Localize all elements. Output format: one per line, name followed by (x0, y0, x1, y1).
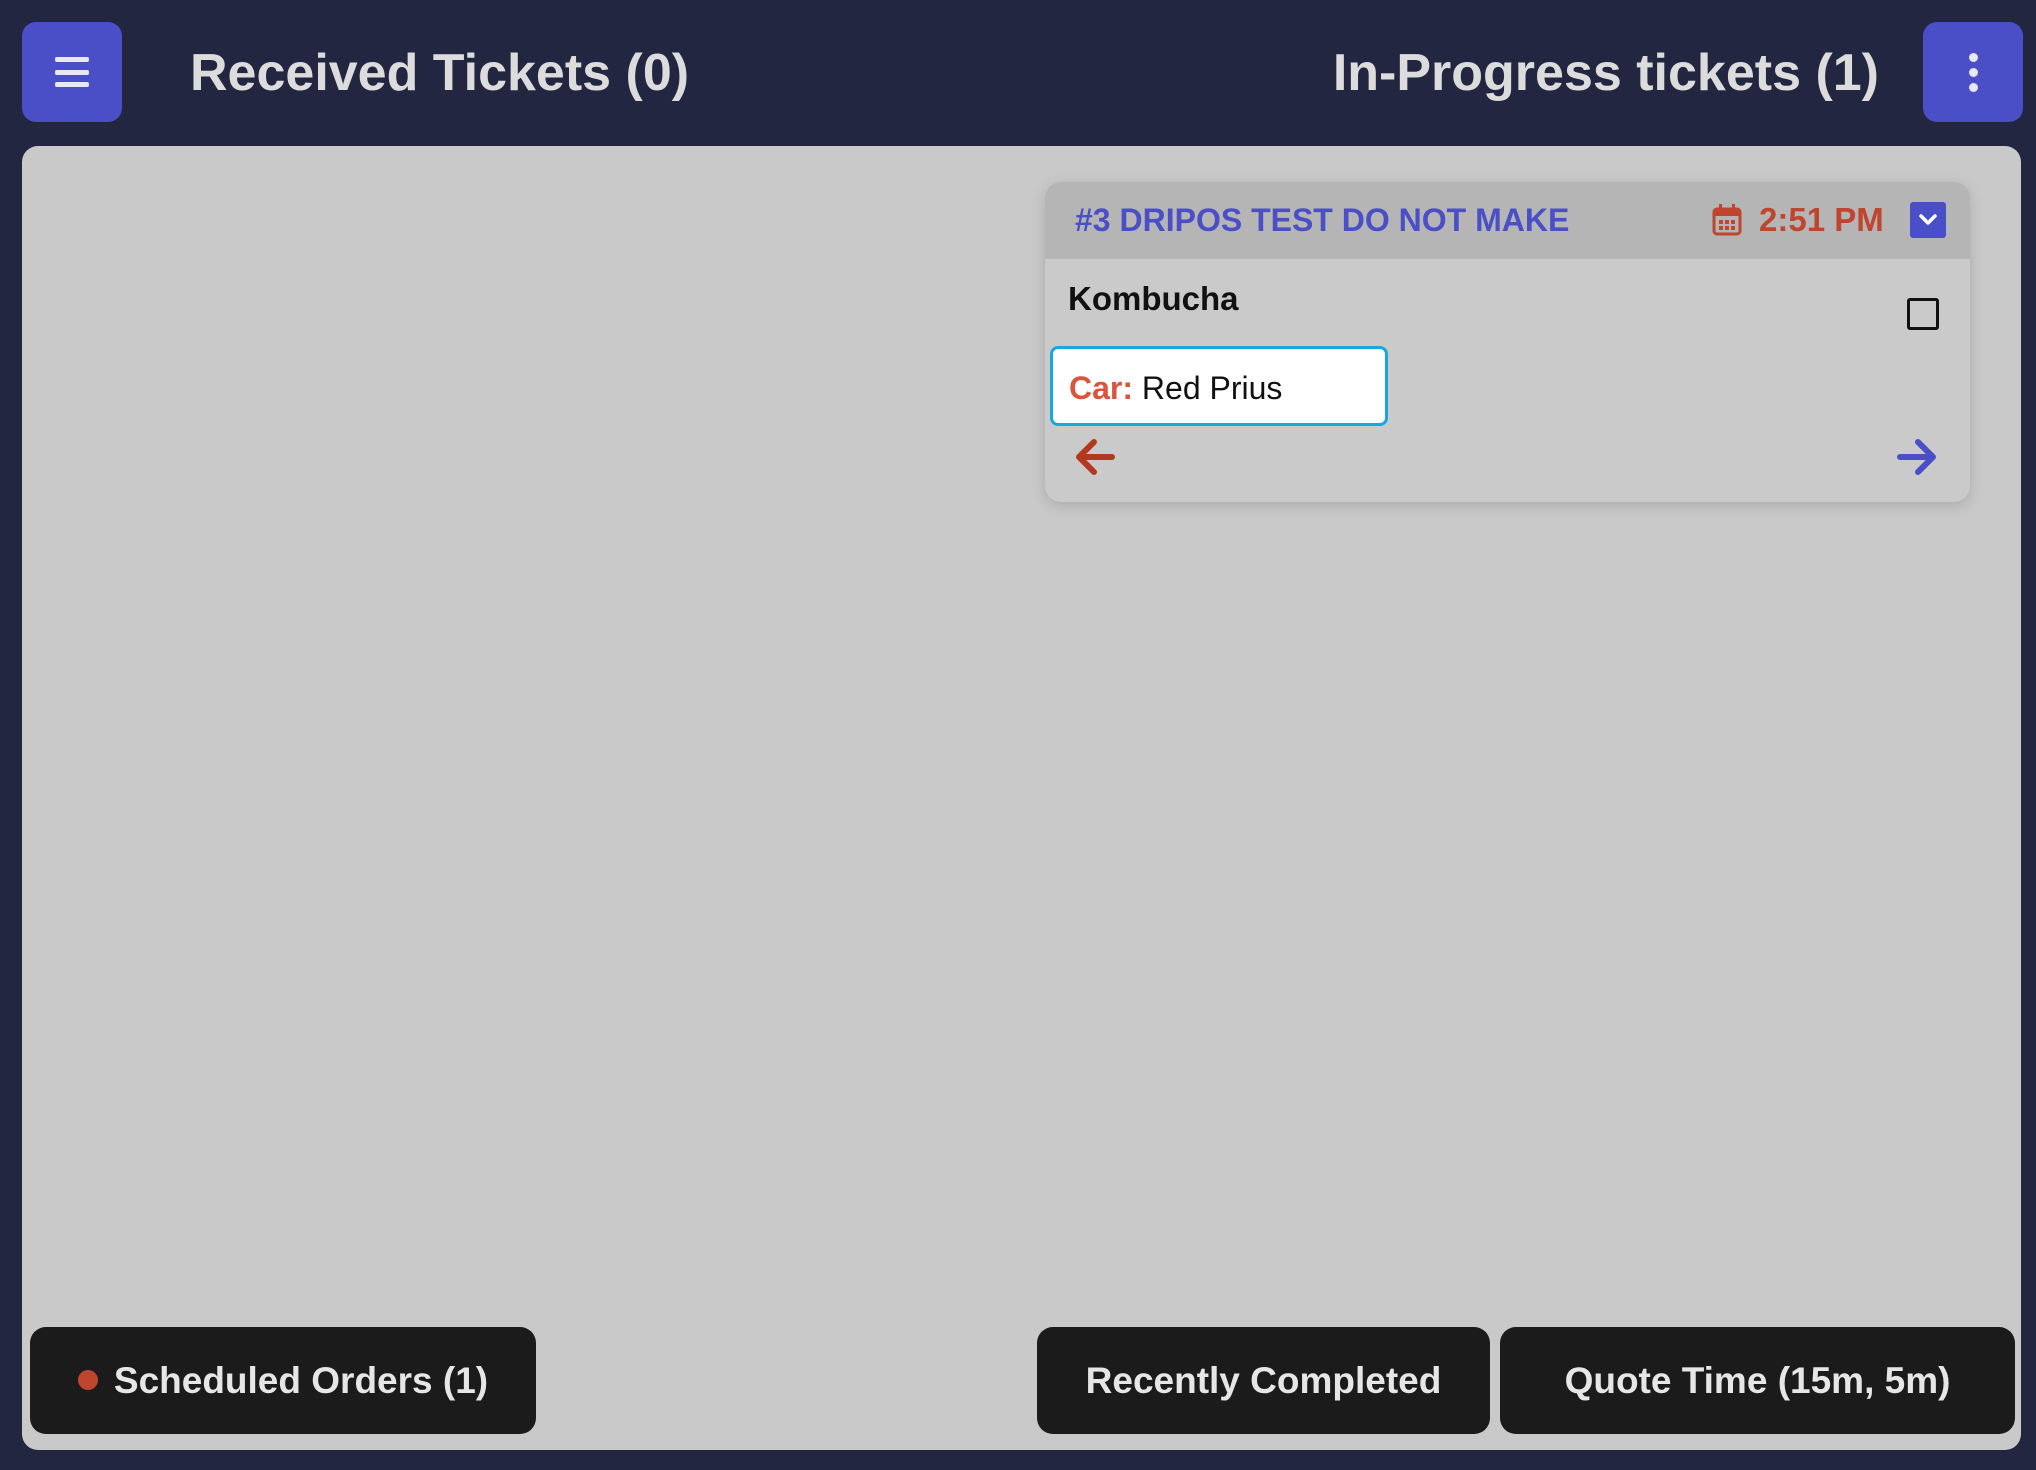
car-info-field[interactable]: Car: Red Prius (1050, 346, 1388, 426)
menu-button[interactable] (22, 22, 122, 122)
quote-time-button[interactable]: Quote Time (15m, 5m) (1500, 1327, 2015, 1434)
arrow-left-icon[interactable] (1072, 434, 1118, 480)
scheduled-orders-button[interactable]: Scheduled Orders (1) (30, 1327, 536, 1434)
ticket-name: #3 DRIPOS TEST DO NOT MAKE (1075, 202, 1570, 238)
more-options-button[interactable] (1923, 22, 2023, 122)
ticket-item-name: Kombucha (1068, 280, 1239, 317)
status-dot-icon (77, 1370, 98, 1391)
chevron-down-icon (1919, 214, 1937, 225)
ticket-time: 2:51 PM (1759, 201, 1884, 238)
car-value: Red Prius (1141, 370, 1283, 406)
hamburger-icon (55, 57, 89, 87)
top-bar: Received Tickets (0) In-Progress tickets… (0, 0, 2036, 146)
ticket-header: #3 DRIPOS TEST DO NOT MAKE 2:51 PM (1045, 182, 1970, 259)
recently-completed-button[interactable]: Recently Completed (1037, 1327, 1490, 1434)
arrow-right-icon[interactable] (1894, 434, 1940, 480)
collapse-ticket-button[interactable] (1910, 202, 1946, 238)
scheduled-orders-label: Scheduled Orders (1) (113, 1360, 489, 1401)
car-label: Car: (1069, 370, 1134, 406)
received-tickets-title: Received Tickets (0) (190, 44, 690, 102)
item-checkbox[interactable] (1907, 298, 1939, 330)
kebab-icon (1968, 52, 1978, 92)
car-info-text: Car: Red Prius (1069, 369, 1282, 407)
inprogress-tickets-title: In-Progress tickets (1) (1332, 44, 1879, 102)
calendar-icon (1712, 204, 1742, 236)
ticket-card: #3 DRIPOS TEST DO NOT MAKE 2:51 PM Kombu… (1045, 182, 1970, 502)
